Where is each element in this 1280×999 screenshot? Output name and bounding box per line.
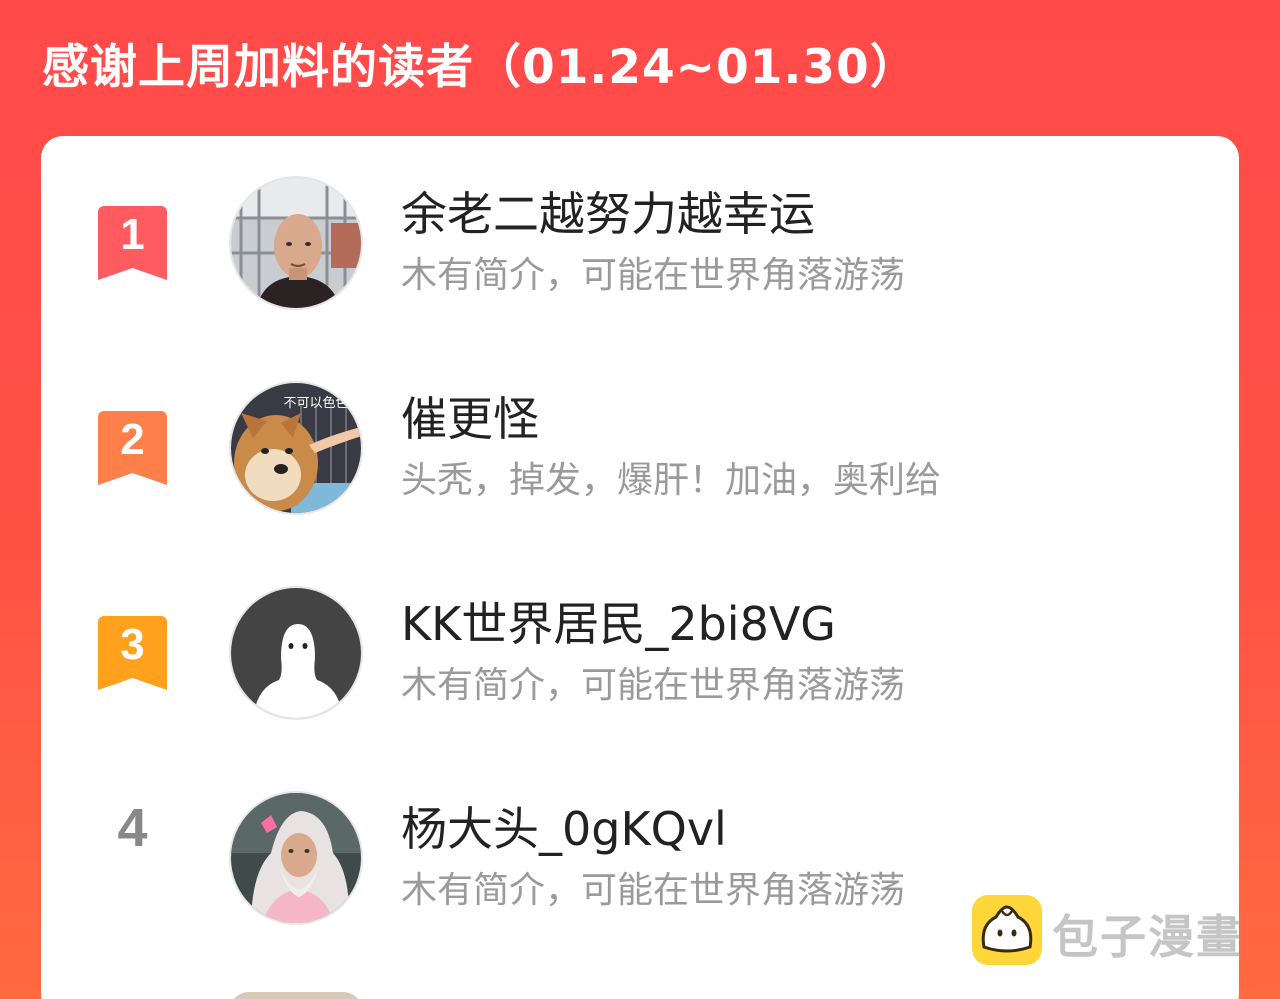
rank-number: 3 bbox=[120, 620, 145, 669]
rank-ribbon-icon: 1 bbox=[98, 206, 167, 280]
rank-number: 2 bbox=[120, 415, 145, 464]
user-bio: 头秃，掉发，爆肝！加油，奥利给 bbox=[401, 460, 942, 501]
user-avatar[interactable]: 不可以色色 bbox=[229, 381, 363, 515]
user-name[interactable]: KK世界居民_2bi8VG bbox=[401, 588, 836, 654]
user-avatar[interactable] bbox=[229, 791, 363, 925]
rank-ribbon-icon: 2 bbox=[98, 411, 167, 485]
watermark: 包子漫畫 bbox=[972, 895, 1262, 965]
bun-logo-icon bbox=[972, 895, 1042, 965]
user-avatar[interactable] bbox=[229, 176, 363, 310]
rank-ribbon-icon: 3 bbox=[98, 616, 167, 690]
user-bio: 木有简介，可能在世界角落游荡 bbox=[401, 870, 906, 911]
user-avatar[interactable] bbox=[229, 586, 363, 720]
rank-number: 1 bbox=[120, 210, 145, 259]
list-item-rank-2[interactable]: 2 不可以色色 催更怪 头秃，掉发，爆肝！加油，奥利给 bbox=[41, 341, 1239, 515]
next-user-avatar-partial bbox=[229, 992, 363, 999]
list-item-rank-4[interactable]: 4 杨大头_0gKQvl 木有简介，可能在世界角落游荡 bbox=[41, 751, 1239, 925]
rank-number: 4 bbox=[117, 798, 148, 858]
list-item-rank-3[interactable]: 3 KK世界居民_2bi8VG 木有简介，可能在世界角落游荡 bbox=[41, 546, 1239, 720]
user-name[interactable]: 催更怪 bbox=[401, 383, 539, 449]
page-title: 感谢上周加料的读者（01.24~01.30） bbox=[42, 40, 918, 95]
watermark-text: 包子漫畫 bbox=[1052, 910, 1244, 964]
reader-ranking-card: 1 余老二越努力越幸运 木有简介，可能在世界角落游荡 2 不可以色色 催更怪 头… bbox=[41, 136, 1239, 999]
user-bio: 木有简介，可能在世界角落游荡 bbox=[401, 665, 906, 706]
avatar-caption: 不可以色色 bbox=[283, 395, 348, 411]
user-name[interactable]: 杨大头_0gKQvl bbox=[401, 793, 727, 859]
list-item-rank-1[interactable]: 1 余老二越努力越幸运 木有简介，可能在世界角落游荡 bbox=[41, 136, 1239, 310]
user-bio: 木有简介，可能在世界角落游荡 bbox=[401, 255, 906, 296]
user-name[interactable]: 余老二越努力越幸运 bbox=[401, 178, 815, 244]
